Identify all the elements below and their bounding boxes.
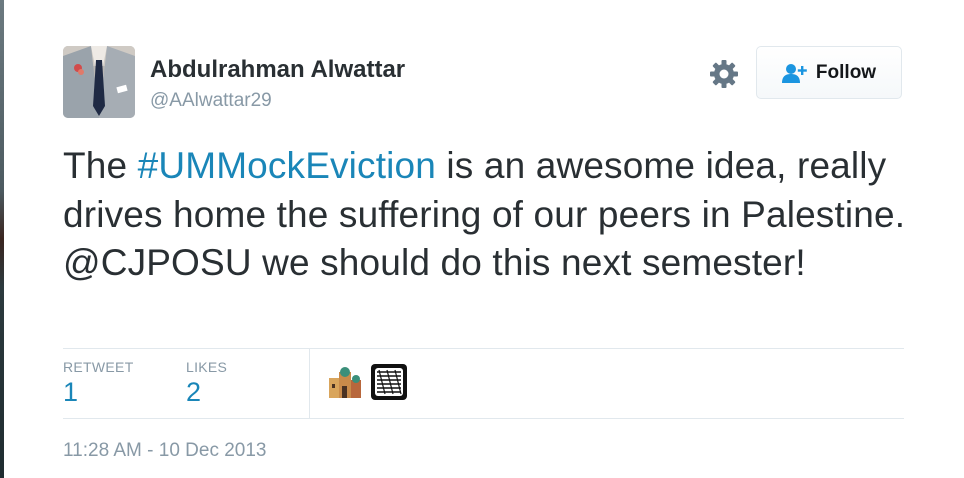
- likes-count: 2: [186, 377, 202, 407]
- tweet-text: The #UMMockEviction is an awesome idea, …: [63, 142, 923, 288]
- liker-avatar-image: [327, 364, 363, 400]
- display-name[interactable]: Abdulrahman Alwattar: [150, 56, 405, 84]
- window-edge: [0, 0, 4, 478]
- liker-avatar-image: [371, 364, 407, 400]
- retweet-label: RETWEET: [63, 359, 134, 375]
- user-handle[interactable]: @AAlwattar29: [150, 90, 272, 112]
- tweet-text-start: The: [63, 145, 138, 186]
- stats-bottom-divider: [63, 418, 904, 419]
- gear-icon[interactable]: [708, 58, 740, 90]
- tweet-text-end: we should do this next semester!: [251, 242, 806, 283]
- avatar[interactable]: [63, 46, 135, 118]
- liker-avatar[interactable]: [371, 364, 407, 400]
- stats-separator: [309, 349, 310, 419]
- follow-label: Follow: [815, 61, 877, 83]
- retweet-count: 1: [63, 377, 79, 407]
- likes-label: LIKES: [186, 359, 228, 375]
- hashtag-link[interactable]: #UMMockEviction: [138, 145, 436, 186]
- tweet-timestamp[interactable]: 11:28 AM - 10 Dec 2013: [63, 440, 267, 462]
- avatar-image: [63, 46, 135, 118]
- add-person-icon: [781, 63, 807, 83]
- follow-button[interactable]: Follow: [756, 46, 902, 99]
- mention-link[interactable]: @CJPOSU: [63, 242, 252, 283]
- stats-top-divider: [63, 348, 904, 349]
- liker-avatar[interactable]: [327, 364, 363, 400]
